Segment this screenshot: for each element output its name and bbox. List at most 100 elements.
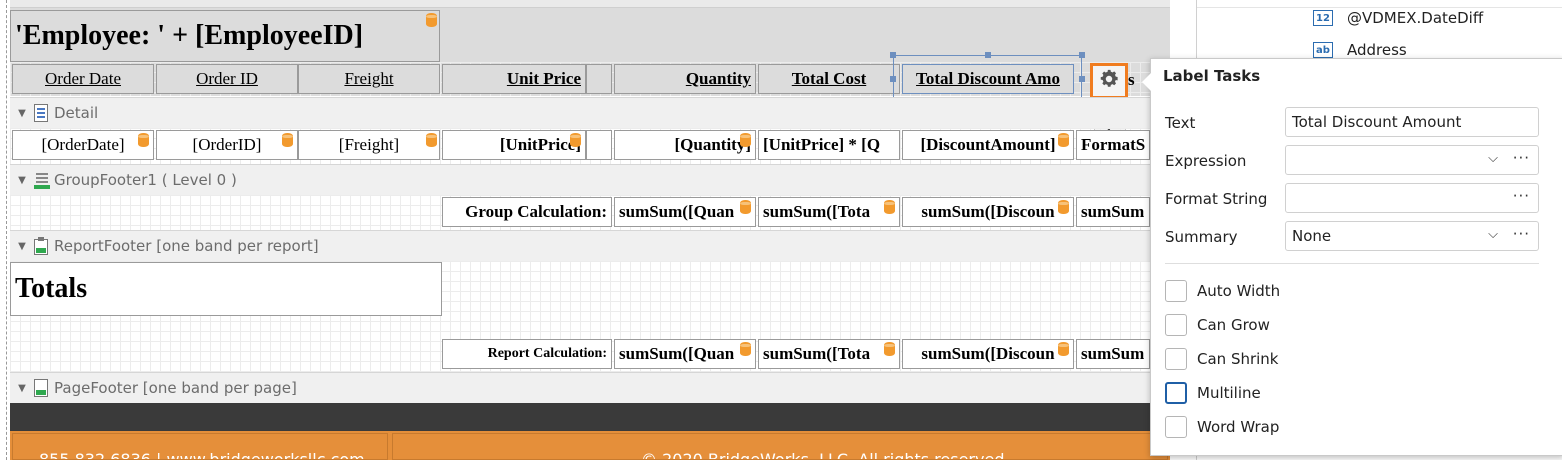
text-label: Text <box>1165 114 1196 132</box>
report-calc-discount[interactable]: sumSum([Discoun <box>902 339 1074 369</box>
multiline-checkbox[interactable] <box>1165 382 1187 404</box>
ellipsis-button[interactable]: ··· <box>1513 187 1530 205</box>
resize-handle[interactable] <box>985 52 991 58</box>
detail-spacer <box>586 130 612 160</box>
band-title: GroupFooter1 ( Level 0 ) <box>54 171 237 189</box>
group-footer-band-icon <box>34 171 50 189</box>
auto-width-checkbox[interactable] <box>1165 280 1187 302</box>
data-bound-icon <box>570 133 581 147</box>
group-header-label[interactable]: 'Employee: ' + [EmployeeID] <box>10 10 440 62</box>
report-designer-surface: 'Employee: ' + [EmployeeID] Order Date O… <box>0 0 1196 460</box>
detail-cell-total-cost[interactable]: [UnitPrice] * [Q <box>758 130 900 160</box>
ellipsis-button[interactable]: ··· <box>1513 149 1530 167</box>
field-item-datediff[interactable]: @VDMEX.DateDiff <box>1347 9 1483 27</box>
collapse-triangle-icon[interactable]: ▼ <box>14 108 30 119</box>
data-bound-icon <box>426 133 437 147</box>
band-header-report-footer[interactable]: ▼ ReportFooter [one band per report] <box>10 230 1170 262</box>
data-bound-icon <box>884 200 895 214</box>
collapse-triangle-icon[interactable]: ▼ <box>14 241 30 252</box>
data-bound-icon <box>884 342 895 356</box>
expression-field[interactable]: ⌵ ··· <box>1285 145 1539 175</box>
page-footer-band-icon <box>34 379 48 397</box>
resize-handle[interactable] <box>890 52 896 58</box>
field-list-top <box>1197 0 1562 8</box>
gear-icon <box>1098 68 1120 94</box>
group-calc-discount[interactable]: sumSum([Discoun <box>902 197 1074 227</box>
expression-label: Expression <box>1165 152 1247 170</box>
data-bound-icon <box>1058 200 1069 214</box>
string-field-icon: ab <box>1313 42 1333 58</box>
group-calc-format[interactable]: sumSum <box>1076 197 1150 227</box>
band-header-detail[interactable]: ▼ Detail <box>10 97 1170 129</box>
ellipsis-button[interactable]: ··· <box>1513 225 1530 243</box>
text-field[interactable]: Total Discount Amount <box>1285 107 1539 137</box>
panel-divider <box>1165 263 1539 264</box>
data-bound-icon <box>1058 133 1069 147</box>
page-footer-contact[interactable]: 855.832.6836 | www.bridgeworksllc.com <box>12 433 388 460</box>
band-title: Detail <box>54 104 99 122</box>
detail-band-icon <box>34 104 48 122</box>
band-header-page-footer[interactable]: ▼ PageFooter [one band per page] <box>10 372 1170 404</box>
multiline-label: Multiline <box>1197 384 1261 402</box>
word-wrap-label: Word Wrap <box>1197 418 1280 436</box>
resize-handle[interactable] <box>890 76 896 82</box>
band-header-group-footer[interactable]: ▼ GroupFooter1 ( Level 0 ) <box>10 164 1170 196</box>
group-calc-total[interactable]: sumSum([Tota <box>758 197 900 227</box>
detail-cell-freight[interactable]: [Freight] <box>298 130 440 160</box>
column-header-quantity[interactable]: Quantity <box>614 64 756 94</box>
summary-select[interactable]: None ⌵ ··· <box>1285 221 1539 251</box>
panel-pointer <box>1142 73 1151 91</box>
band-title: ReportFooter [one band per report] <box>54 237 319 255</box>
collapse-triangle-icon[interactable]: ▼ <box>14 383 30 394</box>
collapse-triangle-icon[interactable]: ▼ <box>14 175 30 186</box>
column-header-freight[interactable]: Freight <box>298 64 440 94</box>
group-calc-quantity[interactable]: sumSum([Quan <box>614 197 756 227</box>
can-grow-checkbox[interactable] <box>1165 314 1187 336</box>
data-bound-icon <box>740 133 751 147</box>
data-bound-icon <box>740 200 751 214</box>
resize-handle[interactable] <box>1079 52 1085 58</box>
format-string-label: Format String <box>1165 190 1268 208</box>
report-footer-band-icon <box>34 237 48 255</box>
number-field-icon: 12 <box>1313 10 1333 26</box>
group-header-band-strip <box>10 0 1170 8</box>
chevron-down-icon[interactable]: ⌵ <box>1488 151 1498 166</box>
column-header-order-id[interactable]: Order ID <box>156 64 298 94</box>
chevron-down-icon[interactable]: ⌵ <box>1488 227 1498 242</box>
detail-cell-order-date[interactable]: [OrderDate] <box>12 130 154 160</box>
page-footer-dark-bar <box>10 403 1170 431</box>
column-header-unit-price[interactable]: Unit Price <box>442 64 586 94</box>
column-header-total-cost[interactable]: Total Cost <box>758 64 900 94</box>
can-shrink-checkbox[interactable] <box>1165 348 1187 370</box>
column-header-spacer <box>586 64 612 94</box>
smart-tag-button[interactable] <box>1090 63 1128 99</box>
report-calc-format[interactable]: sumSum <box>1076 339 1150 369</box>
totals-label[interactable]: Totals <box>10 262 442 316</box>
panel-title: Label Tasks <box>1163 67 1261 85</box>
detail-cell-format[interactable]: FormatS <box>1076 130 1150 160</box>
word-wrap-checkbox[interactable] <box>1165 416 1187 438</box>
summary-label: Summary <box>1165 228 1238 246</box>
detail-cell-quantity[interactable]: [Quantity] <box>614 130 756 160</box>
page-footer-copyright[interactable]: © 2020 BridgeWorks, LLC. All rights rese… <box>392 433 1168 460</box>
data-bound-icon <box>740 342 751 356</box>
field-item-address[interactable]: Address <box>1347 41 1407 59</box>
report-calc-total[interactable]: sumSum([Tota <box>758 339 900 369</box>
detail-cell-unit-price[interactable]: [UnitPrice] <box>442 130 586 160</box>
detail-cell-discount[interactable]: [DiscountAmount] <box>902 130 1074 160</box>
margin-guide <box>6 0 8 460</box>
data-bound-icon <box>426 13 437 27</box>
can-grow-label: Can Grow <box>1197 316 1270 334</box>
detail-cell-order-id[interactable]: [OrderID] <box>156 130 298 160</box>
format-string-field[interactable]: ··· <box>1285 183 1539 213</box>
data-bound-icon <box>1058 342 1069 356</box>
auto-width-label: Auto Width <box>1197 282 1281 300</box>
resize-handle[interactable] <box>1079 76 1085 82</box>
column-header-truncated: s <box>1128 70 1135 89</box>
report-calc-quantity[interactable]: sumSum([Quan <box>614 339 756 369</box>
data-bound-icon <box>138 133 149 147</box>
report-calc-label[interactable]: Report Calculation: <box>442 339 612 369</box>
band-title: PageFooter [one band per page] <box>54 379 297 397</box>
group-calc-label[interactable]: Group Calculation: <box>442 197 612 227</box>
column-header-order-date[interactable]: Order Date <box>12 64 154 94</box>
